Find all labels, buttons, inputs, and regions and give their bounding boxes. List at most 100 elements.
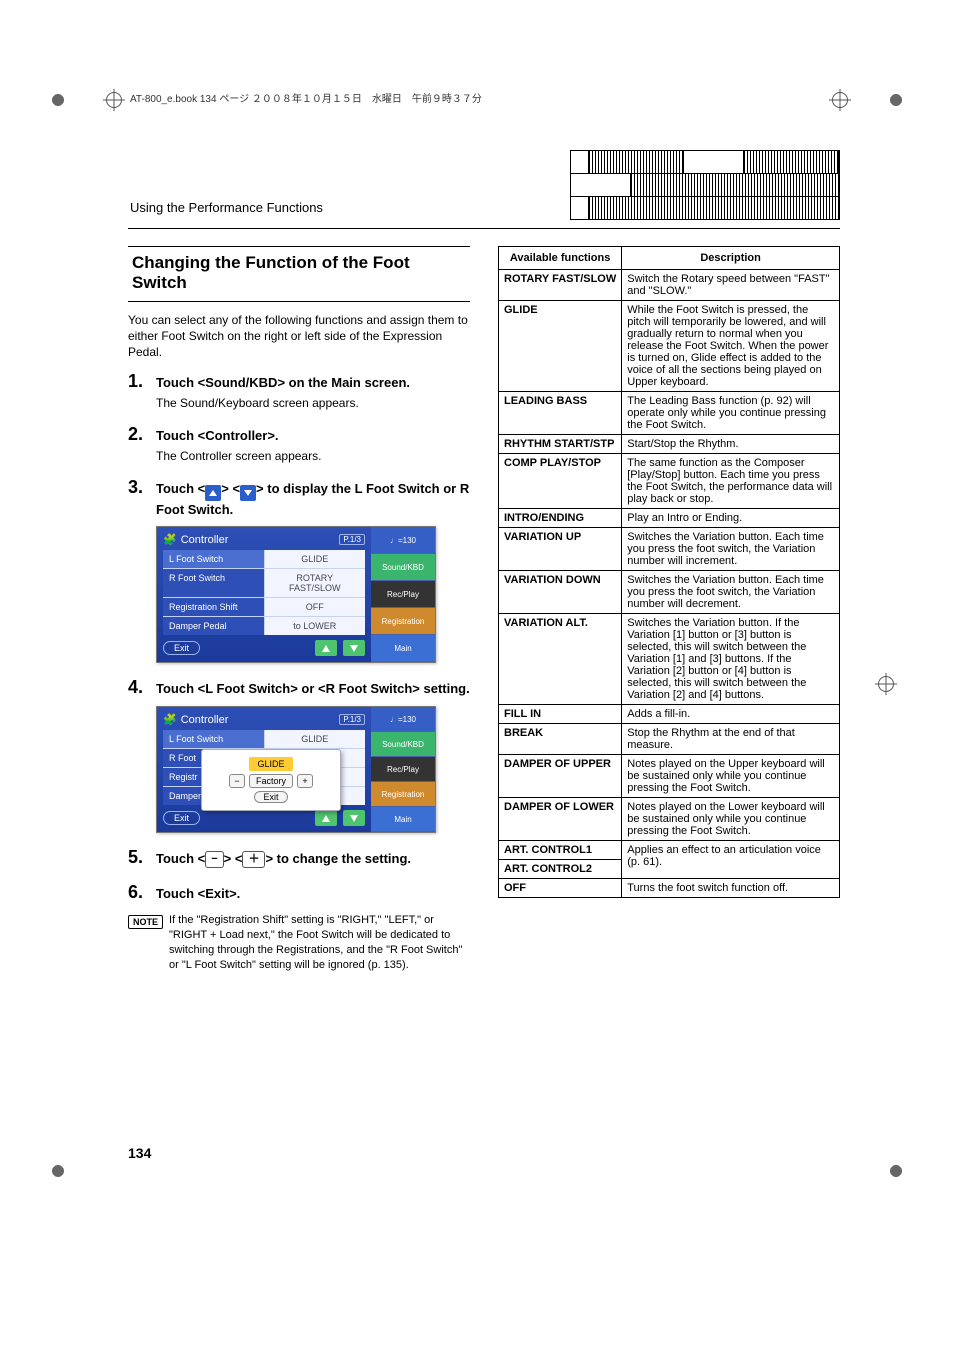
step-title: Touch <Exit>. [156, 885, 240, 903]
function-name: DAMPER OF UPPER [499, 755, 622, 798]
registration-button: Registration [371, 782, 435, 807]
function-name: ART. CONTROL1 [499, 841, 622, 860]
rec-play-button: Rec/Play [371, 757, 435, 782]
section-title: Using the Performance Functions [130, 200, 323, 215]
table-header-description: Description [622, 247, 840, 270]
plus-key: ＋ [242, 851, 265, 868]
book-header-note: AT-800_e.book 134 ページ ２００８年１０月１５日 水曜日 午前… [130, 90, 482, 105]
function-description: Applies an effect to an articulation voi… [622, 841, 840, 879]
up-icon [315, 810, 337, 826]
step-title: Touch <Sound/KBD> on the Main screen. [156, 374, 410, 392]
table-row: INTRO/ENDINGPlay an Intro or Ending. [499, 509, 840, 528]
step-number: 3. [128, 477, 148, 498]
table-row: LEADING BASSThe Leading Bass function (p… [499, 392, 840, 435]
function-description: Switches the Variation button. Each time… [622, 571, 840, 614]
tempo-display: ♩=130 [371, 707, 435, 732]
table-row: OFFTurns the foot switch function off. [499, 879, 840, 898]
registration-button: Registration [371, 608, 435, 635]
window-icon: 🧩 [163, 713, 177, 726]
page: AT-800_e.book 134 ページ ２００８年１０月１５日 水曜日 午前… [0, 0, 954, 1351]
controller-screenshot-1: 🧩ControllerP.1/3 L Foot SwitchGLIDER Foo… [156, 526, 436, 663]
right-column: Available functions Description ROTARY F… [498, 246, 840, 1181]
function-name: GLIDE [499, 301, 622, 392]
ss-title: Controller [181, 714, 229, 726]
ss-row-value: GLIDE [265, 730, 366, 748]
function-description: While the Foot Switch is pressed, the pi… [622, 301, 840, 392]
table-row: VARIATION ALT.Switches the Variation but… [499, 614, 840, 705]
step-title: Touch <L Foot Switch> or <R Foot Switch>… [156, 680, 470, 698]
function-name: LEADING BASS [499, 392, 622, 435]
down-icon [343, 640, 365, 656]
ss-title: Controller [181, 534, 229, 546]
sound-kbd-button: Sound/KBD [371, 554, 435, 581]
t: > < [224, 851, 243, 866]
function-description: The Leading Bass function (p. 92) will o… [622, 392, 840, 435]
window-icon: 🧩 [163, 533, 177, 546]
minus-key: − [205, 851, 223, 868]
table-row: DAMPER OF UPPERNotes played on the Upper… [499, 755, 840, 798]
rec-play-button: Rec/Play [371, 581, 435, 608]
functions-table: Available functions Description ROTARY F… [498, 246, 840, 898]
up-icon [205, 485, 221, 501]
function-name: COMP PLAY/STOP [499, 454, 622, 509]
exit-button: Exit [163, 811, 200, 825]
ss-page: P.1/3 [339, 534, 365, 545]
function-name: ART. CONTROL2 [499, 860, 622, 879]
step-number: 4. [128, 677, 148, 698]
divider [128, 228, 840, 229]
intro-text: You can select any of the following func… [128, 312, 470, 361]
down-icon [343, 810, 365, 826]
ss-row-value: ROTARY FAST/SLOW [265, 569, 366, 597]
function-description: Play an Intro or Ending. [622, 509, 840, 528]
crop-mark-icon [878, 82, 914, 118]
ss-row-value: GLIDE [265, 550, 366, 568]
table-header-functions: Available functions [499, 247, 622, 270]
controller-screenshot-2: 🧩ControllerP.1/3 L Foot SwitchGLIDER Foo… [156, 706, 436, 833]
registration-mark-icon [878, 676, 894, 692]
function-description: Adds a fill-in. [622, 705, 840, 724]
step-number: 1. [128, 371, 148, 392]
function-name: VARIATION DOWN [499, 571, 622, 614]
step-number: 6. [128, 882, 148, 903]
crop-mark-icon [40, 82, 76, 118]
minus-button: − [229, 774, 245, 788]
t: > to change the setting. [265, 851, 411, 866]
ss-row-label: L Foot Switch [163, 730, 265, 748]
t: Touch < [156, 481, 205, 496]
up-icon [315, 640, 337, 656]
ss-row-value: OFF [265, 598, 366, 616]
crop-mark-icon [878, 1153, 914, 1189]
ss-row-label: Damper Pedal [163, 617, 265, 635]
function-description: Stop the Rhythm at the end of that measu… [622, 724, 840, 755]
table-row: COMP PLAY/STOPThe same function as the C… [499, 454, 840, 509]
table-row: ROTARY FAST/SLOWSwitch the Rotary speed … [499, 270, 840, 301]
table-row: GLIDEWhile the Foot Switch is pressed, t… [499, 301, 840, 392]
function-description: The same function as the Composer [Play/… [622, 454, 840, 509]
table-row: VARIATION DOWNSwitches the Variation but… [499, 571, 840, 614]
function-name: ROTARY FAST/SLOW [499, 270, 622, 301]
function-description: Notes played on the Lower keyboard will … [622, 798, 840, 841]
function-description: Switches the Variation button. Each time… [622, 528, 840, 571]
step-body: The Controller screen appears. [156, 449, 470, 463]
table-row: BREAKStop the Rhythm at the end of that … [499, 724, 840, 755]
registration-mark-icon [106, 92, 122, 108]
exit-button: Exit [163, 641, 200, 655]
function-description: Switches the Variation button. If the Va… [622, 614, 840, 705]
function-name: BREAK [499, 724, 622, 755]
function-description: Start/Stop the Rhythm. [622, 435, 840, 454]
t: > < [221, 481, 240, 496]
function-name: VARIATION ALT. [499, 614, 622, 705]
function-name: RHYTHM START/STP [499, 435, 622, 454]
ss-row-value: to LOWER [265, 617, 366, 635]
step-title: Touch <−> <＋> to change the setting. [156, 850, 411, 868]
function-name: OFF [499, 879, 622, 898]
registration-mark-icon [832, 92, 848, 108]
table-row: VARIATION UPSwitches the Variation butto… [499, 528, 840, 571]
step-body: The Sound/Keyboard screen appears. [156, 396, 470, 410]
tempo-display: ♩=130 [371, 527, 435, 554]
table-row: DAMPER OF LOWERNotes played on the Lower… [499, 798, 840, 841]
ss-row-label: R Foot Switch [163, 569, 265, 597]
function-name: VARIATION UP [499, 528, 622, 571]
ss-page: P.1/3 [339, 714, 365, 725]
function-name: FILL IN [499, 705, 622, 724]
